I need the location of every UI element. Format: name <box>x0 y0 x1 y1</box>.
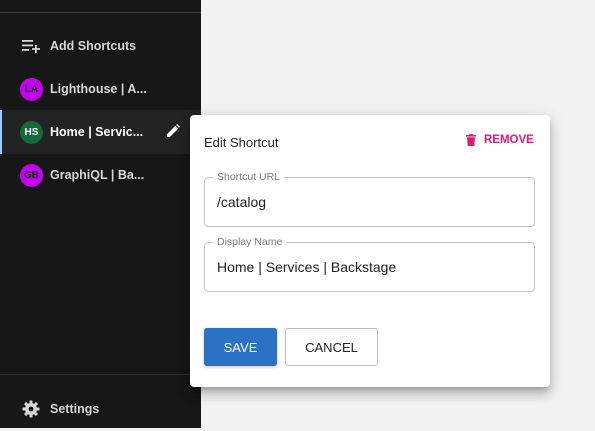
avatar: GB <box>20 163 43 187</box>
popover-title: Edit Shortcut <box>204 135 279 150</box>
display-name-field[interactable]: Display Name Home | Services | Backstage <box>204 236 535 292</box>
settings-button[interactable]: Settings <box>0 387 201 431</box>
shortcut-url-label: Shortcut URL <box>213 171 285 183</box>
add-shortcuts-label: Add Shortcuts <box>50 39 137 53</box>
shortcut-label: Home | Servic... <box>50 125 144 139</box>
pencil-icon[interactable] <box>166 124 180 138</box>
cancel-button[interactable]: CANCEL <box>285 328 378 366</box>
edit-shortcut-popover: Edit Shortcut REMOVE Shortcut URL /catal… <box>190 115 550 387</box>
trash-icon <box>466 134 476 146</box>
shortcut-item-lighthouse[interactable]: LA Lighthouse | A... <box>0 67 201 111</box>
sidebar-divider <box>0 374 201 375</box>
active-indicator <box>0 110 2 154</box>
save-button[interactable]: SAVE <box>204 328 277 366</box>
sidebar-divider <box>0 12 201 13</box>
remove-button[interactable]: REMOVE <box>466 134 534 146</box>
gear-icon <box>21 399 41 419</box>
avatar: HS <box>20 120 43 144</box>
display-name-label: Display Name <box>213 236 287 248</box>
shortcut-item-graphiql[interactable]: GB GraphiQL | Ba... <box>0 153 201 197</box>
remove-label: REMOVE <box>484 134 534 146</box>
display-name-value[interactable]: Home | Services | Backstage <box>217 259 396 275</box>
shortcut-item-home[interactable]: HS Home | Servic... <box>0 110 201 154</box>
add-shortcuts-button[interactable]: Add Shortcuts <box>0 24 201 68</box>
playlist-add-icon <box>21 36 41 56</box>
shortcut-label: Lighthouse | A... <box>50 82 147 96</box>
sidebar: Add Shortcuts LA Lighthouse | A... HS Ho… <box>0 0 201 428</box>
avatar: LA <box>20 77 43 101</box>
shortcut-url-value[interactable]: /catalog <box>217 194 266 210</box>
shortcut-label: GraphiQL | Ba... <box>50 168 145 182</box>
shortcut-url-field[interactable]: Shortcut URL /catalog <box>204 171 535 227</box>
settings-label: Settings <box>50 402 100 416</box>
